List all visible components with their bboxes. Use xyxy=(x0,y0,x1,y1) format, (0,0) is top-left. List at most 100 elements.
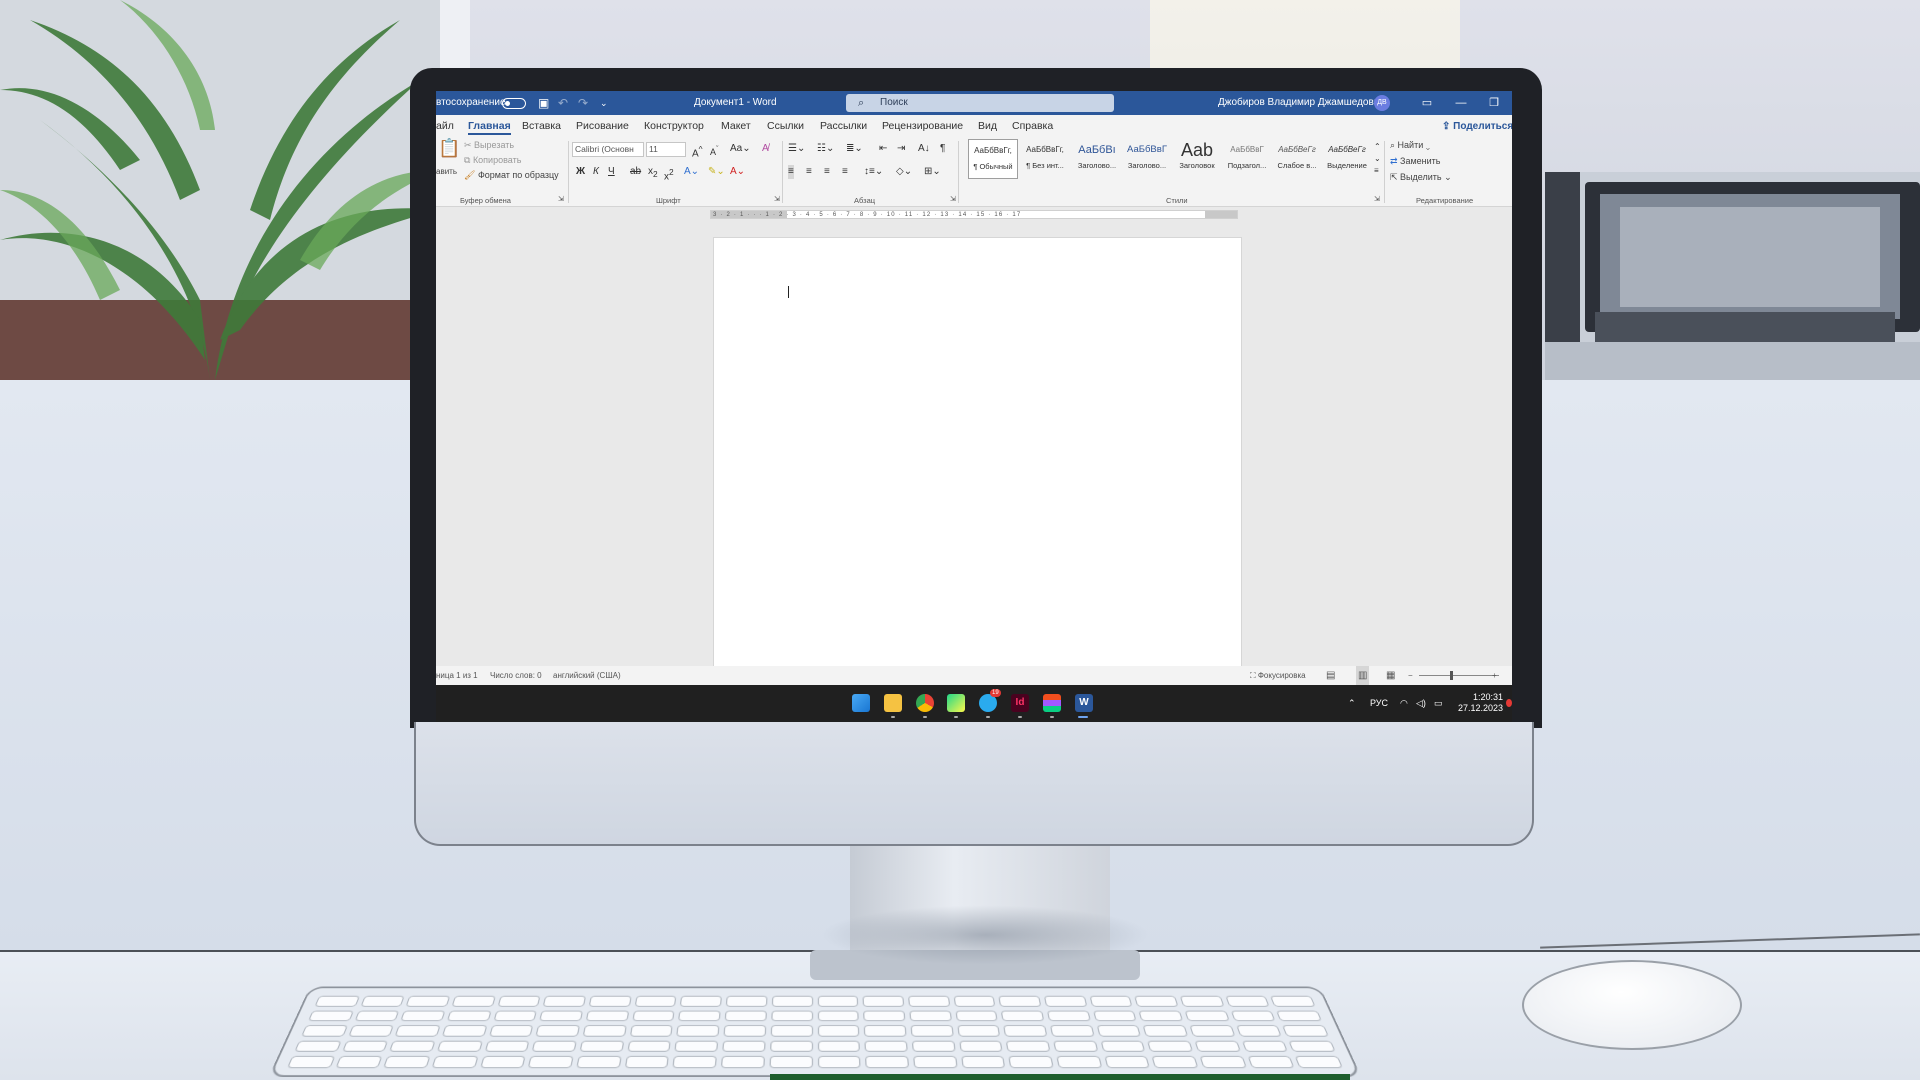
zoom-in-icon[interactable]: + xyxy=(1492,666,1497,685)
tab-insert[interactable]: Вставка xyxy=(522,115,561,137)
font-name-select[interactable]: Calibri (Основн xyxy=(572,142,644,157)
multilevel-list-icon[interactable]: ≣⌄ xyxy=(846,142,863,156)
style-subtitle[interactable]: АаБбВвГ Подзагол... xyxy=(1222,139,1272,179)
dialog-launcher-icon[interactable]: ⇲ xyxy=(558,195,564,203)
volume-icon[interactable]: ◁) xyxy=(1416,685,1426,722)
file-explorer-icon[interactable] xyxy=(884,694,902,712)
tab-help[interactable]: Справка xyxy=(1012,115,1053,137)
decrease-indent-icon[interactable]: ⇤ xyxy=(879,142,887,156)
bold-button[interactable]: Ж xyxy=(576,165,585,179)
print-layout-icon[interactable]: ▥ xyxy=(1356,666,1370,685)
tab-review[interactable]: Рецензирование xyxy=(882,115,963,137)
share-button[interactable]: ⇪ Поделиться xyxy=(1442,118,1512,135)
figma-icon[interactable] xyxy=(1043,694,1061,712)
tab-view[interactable]: Вид xyxy=(978,115,997,137)
style-emphasis[interactable]: АаБбВеГг Выделение xyxy=(1322,139,1372,179)
save-icon[interactable]: ▣ xyxy=(538,91,549,115)
search-input[interactable]: ⌕ Поиск xyxy=(846,94,1114,112)
shrink-font-icon[interactable]: Aˇ xyxy=(710,142,719,159)
increase-indent-icon[interactable]: ⇥ xyxy=(897,142,905,156)
bullets-icon[interactable]: ☰⌄ xyxy=(788,142,805,156)
highlight-color-icon[interactable]: ✎⌄ xyxy=(708,165,725,179)
clock[interactable]: 1:20:31 27.12.2023 xyxy=(1458,692,1503,714)
numbering-icon[interactable]: ☷⌄ xyxy=(817,142,834,156)
page-count[interactable]: ница 1 из 1 xyxy=(436,666,478,685)
read-mode-icon[interactable]: ▤ xyxy=(1326,666,1335,685)
styles-scroll-icon[interactable]: ⌃ ⌄ ≡ xyxy=(1374,141,1381,177)
language-status[interactable]: английский (США) xyxy=(553,666,621,685)
start-icon[interactable] xyxy=(852,694,870,712)
dialog-launcher-icon[interactable]: ⇲ xyxy=(950,195,956,203)
style-heading-2[interactable]: АаБбВвГ Заголово... xyxy=(1122,139,1172,179)
align-center-icon[interactable]: ≡ xyxy=(806,165,812,179)
font-color-icon[interactable]: A⌄ xyxy=(730,165,745,179)
strikethrough-button[interactable]: ab xyxy=(630,165,641,179)
style-title[interactable]: Aab Заголовок xyxy=(1172,139,1222,179)
web-layout-icon[interactable]: ▦ xyxy=(1386,666,1395,685)
shading-icon[interactable]: ◇⌄ xyxy=(896,165,912,179)
tab-design[interactable]: Конструктор xyxy=(644,115,704,137)
minimize-icon[interactable]: — xyxy=(1446,91,1476,115)
select-button[interactable]: ⇱ Выделить ⌄ xyxy=(1390,172,1452,183)
zoom-slider-thumb[interactable] xyxy=(1450,671,1453,680)
zoom-slider[interactable] xyxy=(1419,675,1499,676)
autosave-toggle[interactable] xyxy=(502,98,526,109)
clear-formatting-icon[interactable]: A̸ xyxy=(762,142,769,156)
avatar[interactable]: ДВ xyxy=(1374,95,1390,111)
restore-icon[interactable]: ❐ xyxy=(1479,91,1509,115)
paste-icon[interactable]: 📋 xyxy=(438,139,460,157)
align-right-icon[interactable]: ≡ xyxy=(824,165,830,179)
indesign-icon[interactable]: Id xyxy=(1011,694,1029,712)
subscript-icon[interactable]: x2 xyxy=(648,165,658,181)
tab-references[interactable]: Ссылки xyxy=(767,115,804,137)
battery-icon[interactable]: ▭ xyxy=(1434,685,1443,722)
tab-draw[interactable]: Рисование xyxy=(576,115,629,137)
align-left-icon[interactable]: ≡ xyxy=(788,165,794,179)
word-count[interactable]: Число слов: 0 xyxy=(490,666,542,685)
ribbon-display-icon[interactable]: ▭ xyxy=(1412,91,1442,115)
dialog-launcher-icon[interactable]: ⇲ xyxy=(1374,195,1380,203)
italic-button[interactable]: К xyxy=(593,165,599,179)
font-size-select[interactable]: 11 xyxy=(646,142,686,157)
redo-icon[interactable]: ↷ xyxy=(578,91,588,115)
change-case-icon[interactable]: Aa⌄ xyxy=(730,142,751,156)
dialog-launcher-icon[interactable]: ⇲ xyxy=(774,195,780,203)
line-spacing-icon[interactable]: ↕≡⌄ xyxy=(864,165,883,179)
customize-toolbar-icon[interactable]: ⌄ xyxy=(600,91,608,115)
notification-icon[interactable] xyxy=(1506,699,1512,707)
cut-button[interactable]: ✂ Вырезать xyxy=(464,140,514,151)
user-name[interactable]: Джобиров Владимир Джамшедович xyxy=(1218,91,1385,115)
show-marks-icon[interactable]: ¶ xyxy=(940,142,945,156)
replace-button[interactable]: ⇄ Заменить xyxy=(1390,156,1441,167)
text-effects-icon[interactable]: A⌄ xyxy=(684,165,699,179)
underline-button[interactable]: Ч xyxy=(608,165,615,179)
wifi-icon[interactable]: ◠ xyxy=(1400,685,1408,722)
style-heading-1[interactable]: АаБбВı Заголово... xyxy=(1072,139,1122,179)
paste-button[interactable]: авить xyxy=(436,167,457,176)
tab-file[interactable]: айл xyxy=(436,115,454,137)
copy-button[interactable]: ⧉ Копировать xyxy=(464,155,521,166)
input-language[interactable]: РУС xyxy=(1370,685,1388,722)
word-icon[interactable]: W xyxy=(1075,694,1093,712)
style-normal[interactable]: АаБбВвГг, ¶ Обычный xyxy=(968,139,1018,179)
chrome-icon[interactable] xyxy=(916,694,934,712)
find-button[interactable]: ⌕ Найти ⌄ xyxy=(1390,140,1430,151)
format-painter-button[interactable]: 🖌 Формат по образцу xyxy=(464,170,559,181)
pycharm-icon[interactable] xyxy=(947,694,965,712)
style-no-spacing[interactable]: АаБбВвГг, ¶ Без инт... xyxy=(1020,139,1070,179)
sort-icon[interactable]: A↓ xyxy=(918,142,930,156)
style-subtle-emphasis[interactable]: АаБбВеГг Слабое в... xyxy=(1272,139,1322,179)
superscript-icon[interactable]: x2 xyxy=(664,165,674,184)
borders-icon[interactable]: ⊞⌄ xyxy=(924,165,941,179)
undo-icon[interactable]: ↶ xyxy=(558,91,568,115)
tab-mailings[interactable]: Рассылки xyxy=(820,115,867,137)
justify-icon[interactable]: ≡ xyxy=(842,165,848,179)
tab-home[interactable]: Главная xyxy=(468,115,511,137)
zoom-out-icon[interactable]: − xyxy=(1408,666,1413,685)
tab-layout[interactable]: Макет xyxy=(721,115,751,137)
show-hidden-icons-icon[interactable]: ⌃ xyxy=(1348,685,1356,722)
grow-font-icon[interactable]: A^ xyxy=(692,142,703,161)
focus-button[interactable]: ⛶ Фокусировка xyxy=(1250,666,1306,685)
horizontal-ruler[interactable]: 3 · 2 · 1 · · · 1 · 2 · 3 · 4 · 5 · 6 · … xyxy=(710,210,1238,219)
document-page[interactable] xyxy=(713,237,1242,685)
